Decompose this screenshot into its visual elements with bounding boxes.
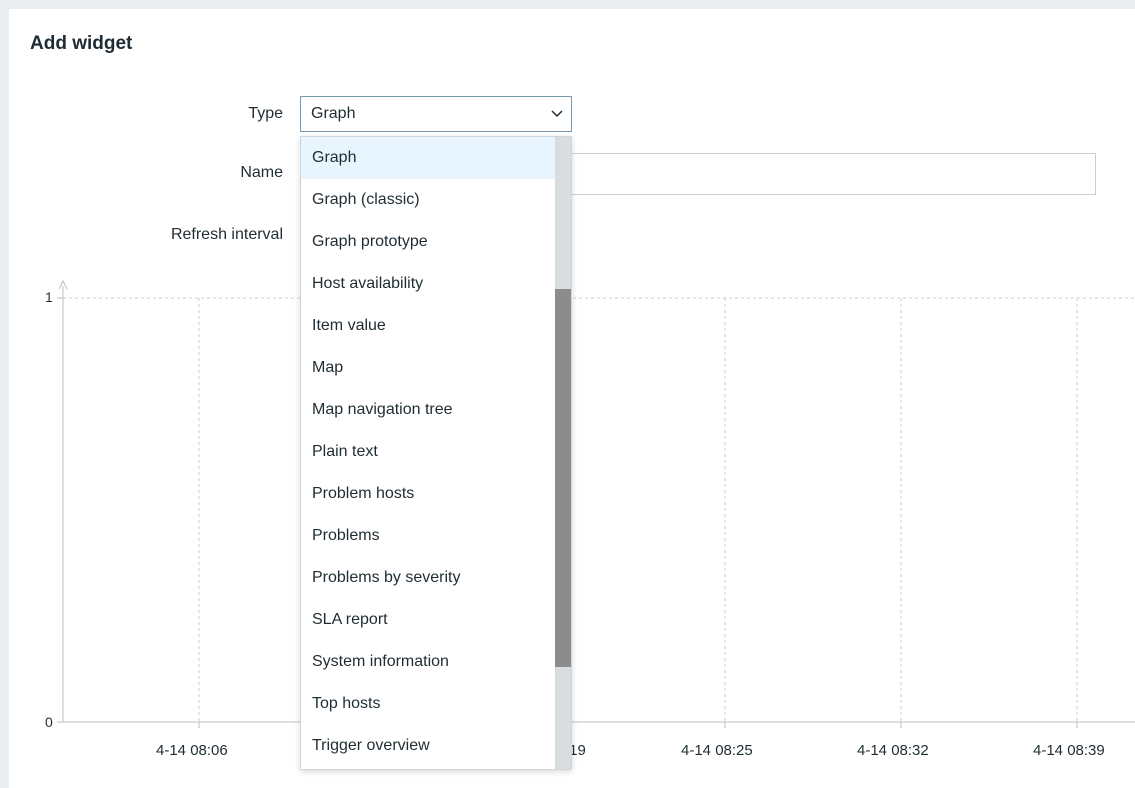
name-field[interactable]	[566, 153, 1096, 195]
type-select[interactable]: Graph	[300, 96, 572, 132]
name-label: Name	[240, 164, 283, 181]
dropdown-scrollbar-thumb[interactable]	[555, 289, 571, 667]
x-tick-label: 4-14 08:06	[156, 742, 228, 759]
type-select-value: Graph	[311, 105, 356, 122]
dropdown-option-item-value[interactable]: Item value	[301, 305, 555, 347]
dropdown-option-map[interactable]: Map	[301, 347, 555, 389]
x-tick-label: 4-14 08:32	[857, 742, 929, 759]
type-label: Type	[248, 105, 283, 122]
dropdown-option-top-hosts[interactable]: Top hosts	[301, 683, 555, 725]
y-tick-label: 0	[45, 714, 53, 730]
type-dropdown-list[interactable]: Graph Graph (classic) Graph prototype Ho…	[300, 136, 572, 770]
dropdown-option-graph[interactable]: Graph	[301, 137, 555, 179]
chevron-down-icon	[551, 110, 563, 118]
x-tick-label: 4-14 08:25	[681, 742, 753, 759]
dropdown-option-system-information[interactable]: System information	[301, 641, 555, 683]
refresh-interval-label: Refresh interval	[170, 226, 283, 243]
dropdown-option-problems[interactable]: Problems	[301, 515, 555, 557]
dropdown-option-problem-hosts[interactable]: Problem hosts	[301, 473, 555, 515]
dropdown-option-graph-classic[interactable]: Graph (classic)	[301, 179, 555, 221]
x-tick-label: 4-14 08:39	[1033, 742, 1105, 759]
y-tick-label: 1	[45, 289, 53, 305]
dropdown-option-plain-text[interactable]: Plain text	[301, 431, 555, 473]
dropdown-option-graph-prototype[interactable]: Graph prototype	[301, 221, 555, 263]
dropdown-option-sla-report[interactable]: SLA report	[301, 599, 555, 641]
dropdown-option-map-navigation-tree[interactable]: Map navigation tree	[301, 389, 555, 431]
dropdown-option-host-availability[interactable]: Host availability	[301, 263, 555, 305]
dropdown-option-problems-by-severity[interactable]: Problems by severity	[301, 557, 555, 599]
dropdown-option-trigger-overview[interactable]: Trigger overview	[301, 725, 555, 767]
